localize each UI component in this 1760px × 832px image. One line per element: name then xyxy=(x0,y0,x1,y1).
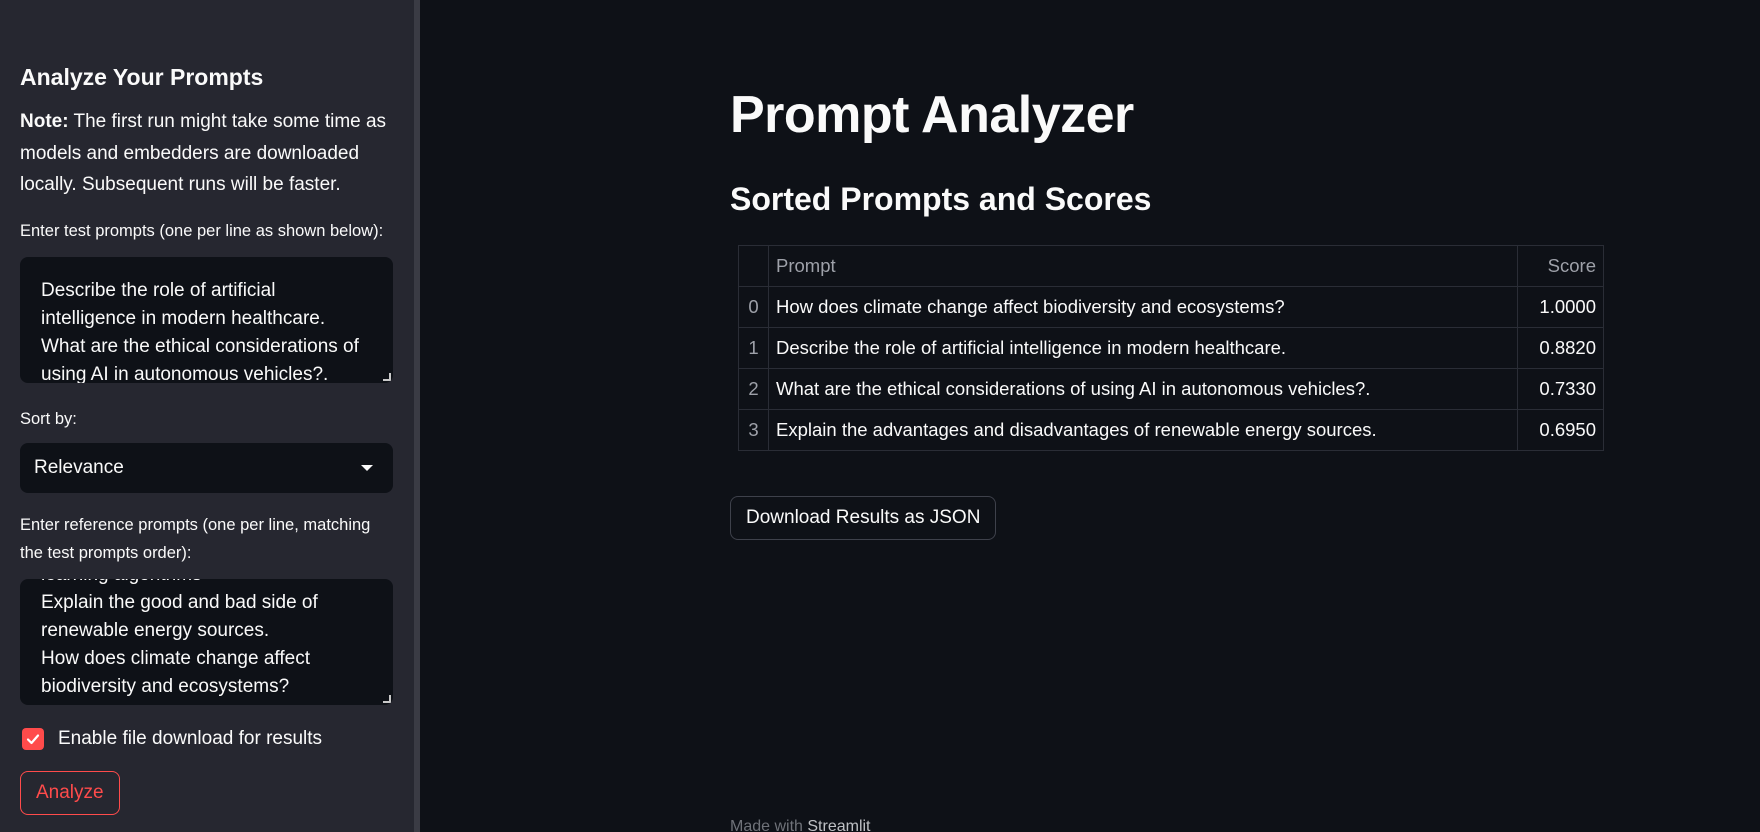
row-prompt[interactable]: Explain the advantages and disadvantages… xyxy=(768,409,1518,451)
sort-by-label: Sort by: xyxy=(20,409,77,428)
row-score[interactable]: 1.0000 xyxy=(1517,286,1604,328)
row-index: 3 xyxy=(738,409,769,451)
reference-prompts-label: Enter reference prompts (one per line, m… xyxy=(20,515,371,562)
resize-handle-icon[interactable] xyxy=(383,372,391,381)
row-index: 0 xyxy=(738,286,769,328)
textarea-line: Explain the good and bad side of xyxy=(41,591,318,613)
section-title: Sorted Prompts and Scores xyxy=(730,181,1152,217)
table-row: 1 Describe the role of artificial intell… xyxy=(738,327,1604,369)
note-label: Note: xyxy=(20,111,69,132)
sidebar: Analyze Your Prompts Note: The first run… xyxy=(0,0,414,832)
analyze-button[interactable]: Analyze xyxy=(20,770,120,815)
table-header-score[interactable]: Score xyxy=(1517,245,1604,287)
sidebar-content: Analyze Your Prompts Note: The first run… xyxy=(20,62,393,815)
sort-by-select[interactable]: Relevance xyxy=(20,442,393,493)
table-header-prompt[interactable]: Prompt xyxy=(768,245,1518,287)
textarea-line: learning algorithms xyxy=(41,579,373,589)
results-table: Prompt Score 0 How does climate change a… xyxy=(738,245,1604,451)
table-row: 2 What are the ethical considerations of… xyxy=(738,368,1604,410)
row-index: 2 xyxy=(738,368,769,410)
textarea-line: intelligence in modern healthcare. xyxy=(41,307,326,329)
row-index: 1 xyxy=(738,327,769,369)
row-prompt[interactable]: How does climate change affect biodivers… xyxy=(768,286,1518,328)
textarea-line: using AI in autonomous vehicles?. xyxy=(41,363,329,383)
main-content: Prompt Analyzer Sorted Prompts and Score… xyxy=(730,0,1630,832)
test-prompts-textarea[interactable]: Describe the role of artificial intellig… xyxy=(20,256,393,383)
row-prompt[interactable]: What are the ethical considerations of u… xyxy=(768,368,1518,410)
sidebar-resize-handle[interactable] xyxy=(414,0,420,832)
checkbox-checked-icon[interactable] xyxy=(22,727,44,750)
footer: Made with Streamlit xyxy=(730,818,871,832)
textarea-line: renewable energy sources. xyxy=(41,619,270,641)
download-checkbox-row[interactable]: Enable file download for results xyxy=(20,725,393,753)
sidebar-title: Analyze Your Prompts xyxy=(20,64,264,90)
footer-prefix: Made with xyxy=(730,818,803,832)
row-score[interactable]: 0.7330 xyxy=(1517,368,1604,410)
textarea-scroll-content: learning algorithms Explain the good and… xyxy=(41,579,373,701)
table-row: 0 How does climate change affect biodive… xyxy=(738,286,1604,328)
sort-by-value: Relevance xyxy=(34,456,124,478)
textarea-line: Describe the role of artificial xyxy=(41,279,276,301)
textarea-line: How does climate change affect xyxy=(41,647,310,669)
sidebar-note: Note: The first run might take some time… xyxy=(20,106,393,201)
textarea-line: biodiversity and ecosystems? xyxy=(41,675,290,697)
download-json-button[interactable]: Download Results as JSON xyxy=(730,496,997,540)
reference-prompts-textarea[interactable]: learning algorithms Explain the good and… xyxy=(20,578,393,705)
textarea-line: What are the ethical considerations of xyxy=(41,335,359,357)
footer-brand-link[interactable]: Streamlit xyxy=(807,818,870,832)
checkbox-label: Enable file download for results xyxy=(58,727,323,749)
app-root: Analyze Your Prompts Note: The first run… xyxy=(0,0,1760,832)
page-title: Prompt Analyzer xyxy=(730,86,1134,144)
table-header-index[interactable] xyxy=(738,245,769,287)
resize-handle-icon[interactable] xyxy=(383,694,391,703)
test-prompts-label: Enter test prompts (one per line as show… xyxy=(20,221,384,240)
row-score[interactable]: 0.8820 xyxy=(1517,327,1604,369)
row-score[interactable]: 0.6950 xyxy=(1517,409,1604,451)
table-header-row: Prompt Score xyxy=(738,245,1604,287)
table-row: 3 Explain the advantages and disadvantag… xyxy=(738,409,1604,451)
chevron-down-icon xyxy=(361,464,373,471)
note-text: The first run might take some time as mo… xyxy=(20,111,387,195)
row-prompt[interactable]: Describe the role of artificial intellig… xyxy=(768,327,1518,369)
